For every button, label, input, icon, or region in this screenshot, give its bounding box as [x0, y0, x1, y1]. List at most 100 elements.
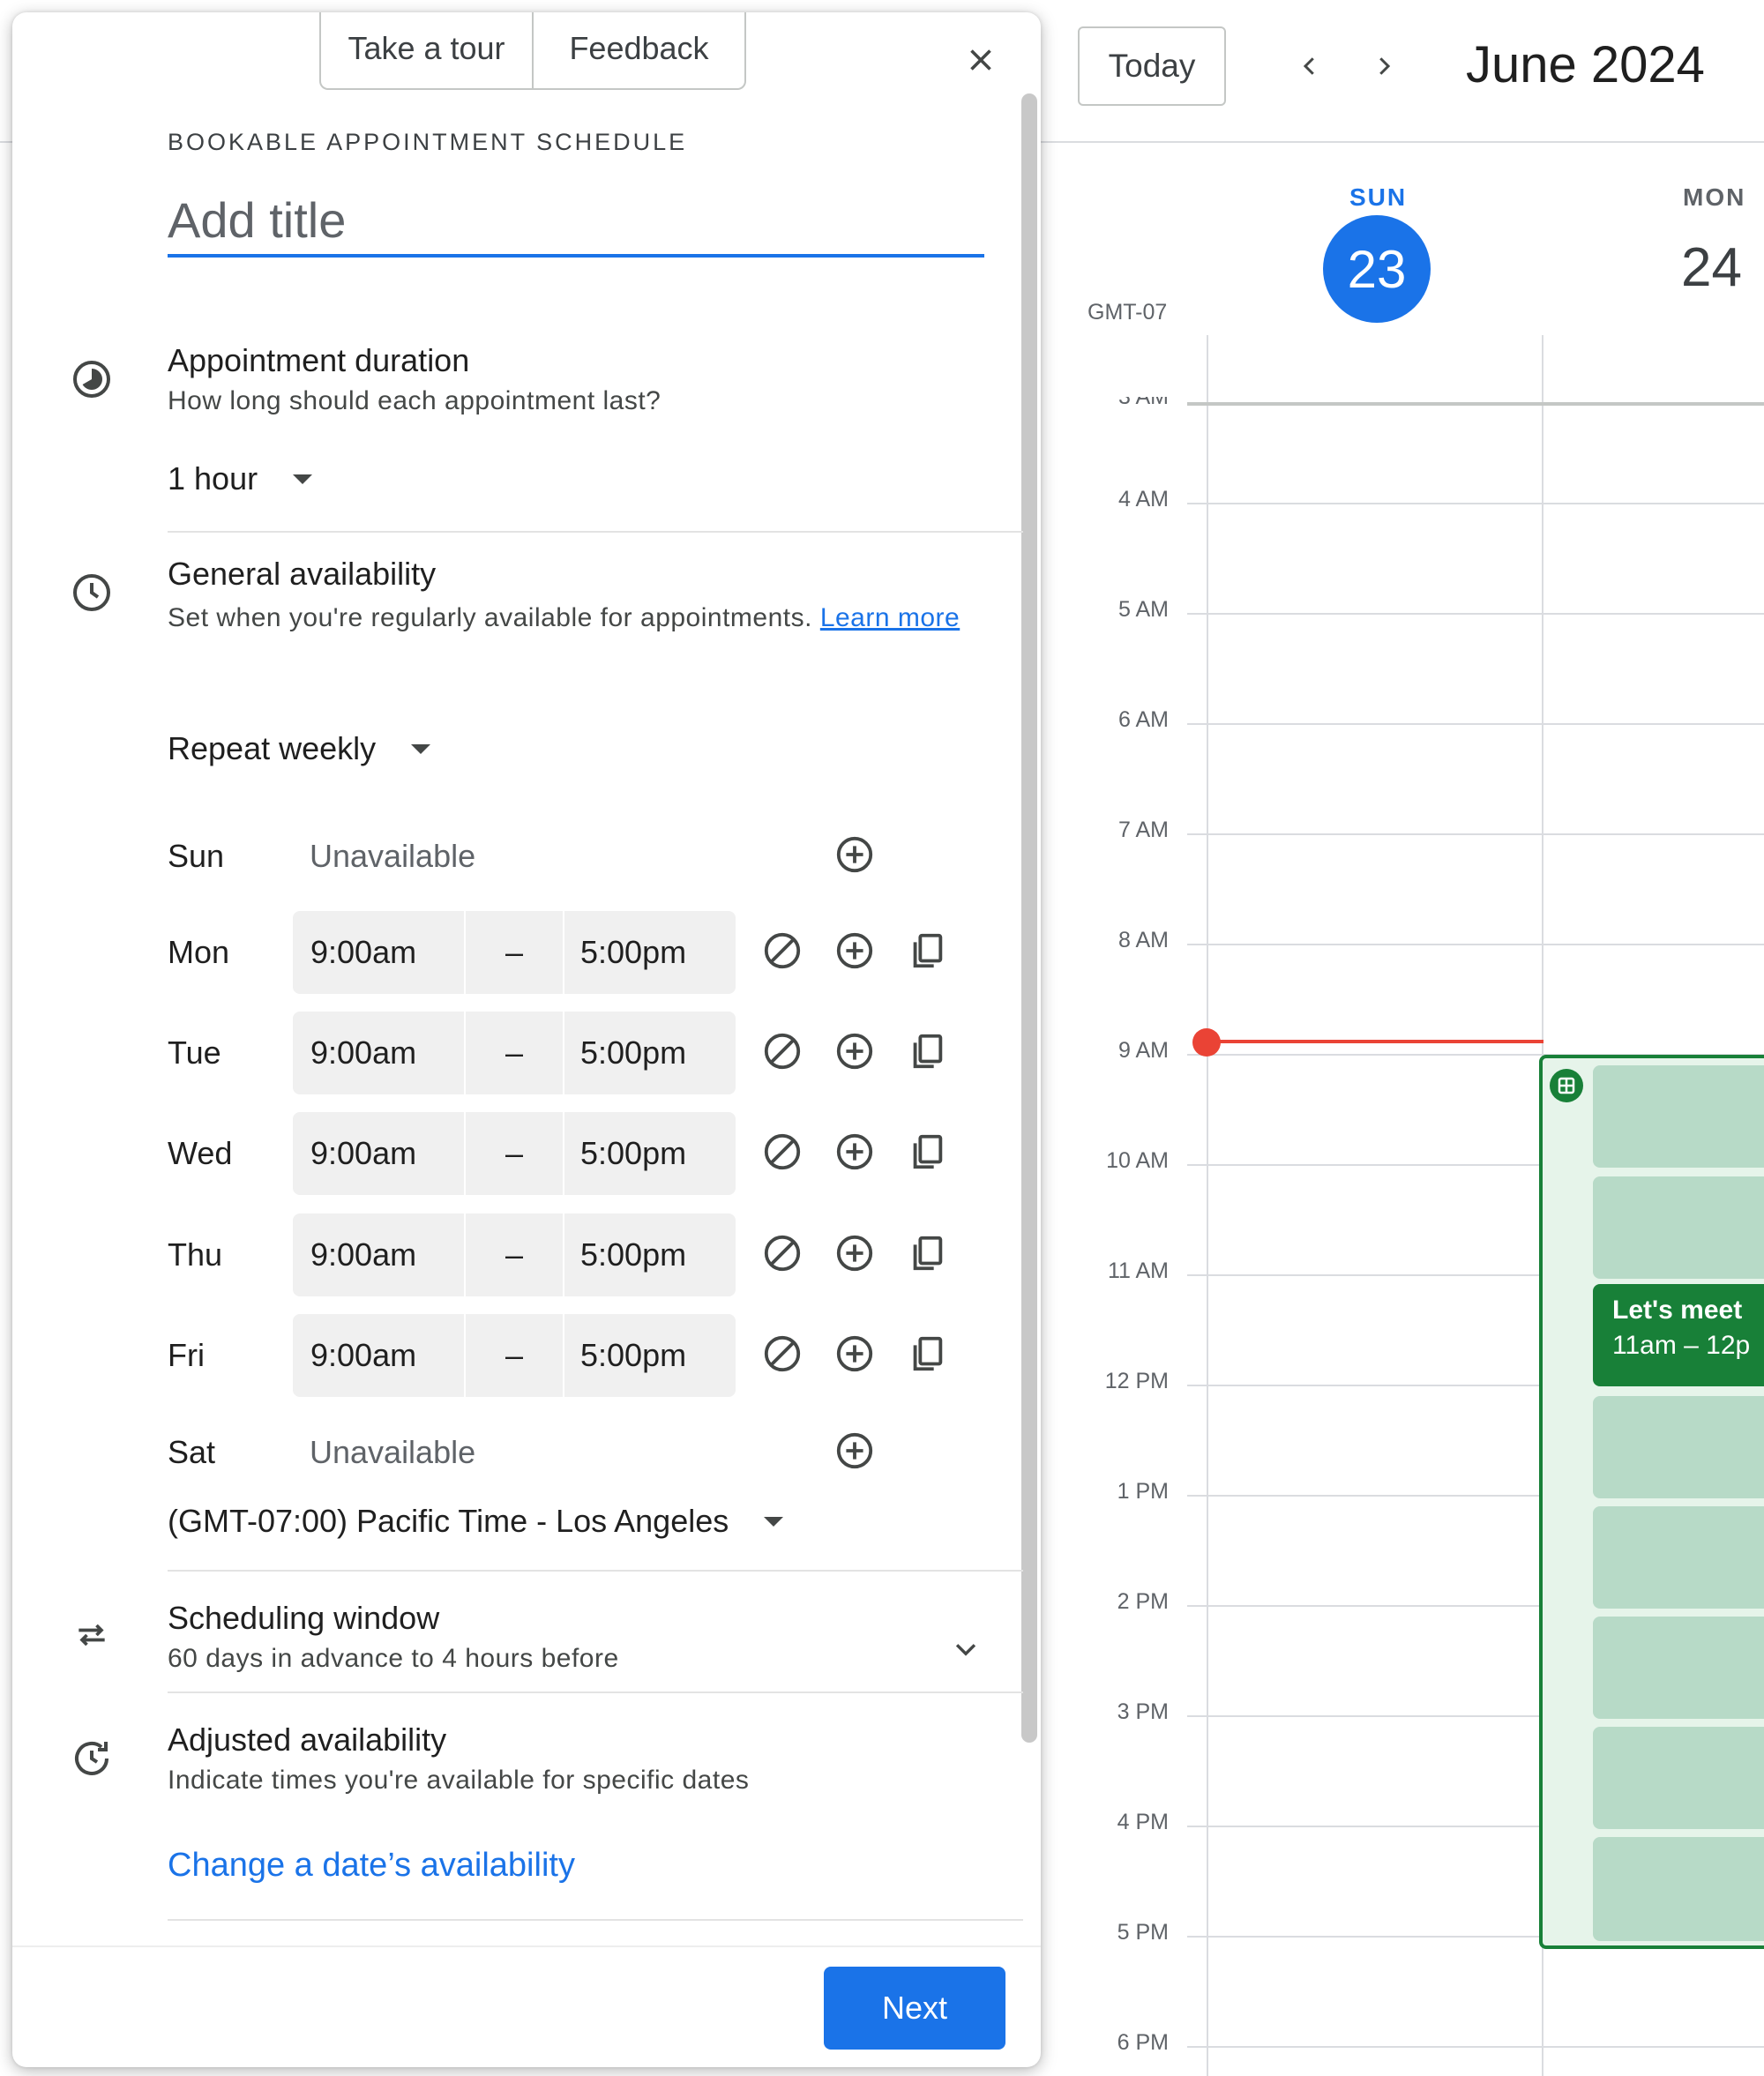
event-time: 11am – 12p — [1612, 1331, 1751, 1360]
add-hours-button[interactable] — [831, 1130, 878, 1177]
add-hours-button[interactable] — [831, 929, 878, 976]
duration-value: 1 hour — [168, 460, 258, 497]
start-time-select[interactable]: 9:00am — [293, 1314, 464, 1397]
add-circle-icon — [834, 1430, 875, 1475]
time-label: 9 AM — [1118, 1038, 1169, 1063]
change-date-availability-link[interactable]: Change a date’s availability — [168, 1847, 575, 1885]
start-time-select[interactable]: 9:00am — [293, 1112, 464, 1195]
ban-icon — [762, 1031, 803, 1076]
prev-period-button[interactable] — [1288, 44, 1332, 88]
time-label: 11 AM — [1107, 1258, 1169, 1283]
time-label: 7 AM — [1118, 818, 1169, 842]
timezone-select[interactable]: (GMT-07:00) Pacific Time - Los Angeles — [168, 1503, 784, 1540]
mark-unavailable-button[interactable] — [759, 1332, 806, 1379]
expand-scheduling-window-button[interactable] — [942, 1626, 990, 1674]
start-time-select[interactable]: 9:00am — [293, 1012, 464, 1094]
copy-hours-button[interactable] — [903, 1332, 951, 1379]
tour-feedback-group: Take a tour Feedback — [319, 12, 746, 90]
day-label-mon: Mon — [168, 934, 230, 970]
copy-hours-button[interactable] — [903, 929, 951, 976]
close-button[interactable] — [956, 35, 1005, 85]
end-time-select[interactable]: 5:00pm — [564, 1213, 736, 1296]
panel-scrollbar[interactable] — [1021, 93, 1037, 1743]
time-label: 8 AM — [1118, 928, 1169, 952]
add-hours-button[interactable] — [831, 833, 878, 880]
time-range-dash: – — [464, 1112, 564, 1195]
start-time-select[interactable]: 9:00am — [293, 1213, 464, 1296]
end-time-select[interactable]: 5:00pm — [564, 1012, 736, 1094]
end-time-select[interactable]: 5:00pm — [564, 1112, 736, 1195]
time-label: 5 PM — [1117, 1920, 1169, 1945]
time-label: 10 AM — [1106, 1148, 1169, 1173]
add-circle-icon — [834, 1131, 875, 1176]
duration-subtitle: How long should each appointment last? — [168, 386, 662, 415]
appointment-slot[interactable] — [1593, 1617, 1764, 1719]
unavailable-label: Unavailable — [310, 1434, 476, 1470]
add-hours-button[interactable] — [831, 1231, 878, 1279]
feedback-button[interactable]: Feedback — [532, 12, 744, 88]
add-circle-icon — [834, 834, 875, 879]
time-label: 6 PM — [1117, 2030, 1169, 2055]
appointment-slot[interactable] — [1593, 1727, 1764, 1829]
availability-subtitle: Set when you're regularly available for … — [168, 600, 979, 637]
day-label-thu: Thu — [168, 1236, 223, 1273]
start-time-select[interactable]: 9:00am — [293, 911, 464, 994]
time-range-dash: – — [464, 1213, 564, 1296]
title-input[interactable] — [168, 185, 984, 258]
learn-more-link[interactable]: Learn more — [820, 603, 960, 632]
duration-title: Appointment duration — [168, 342, 470, 378]
add-hours-button[interactable] — [831, 1332, 878, 1379]
end-time-select[interactable]: 5:00pm — [564, 1314, 736, 1397]
appointment-slot[interactable] — [1593, 1506, 1764, 1609]
month-title: June 2024 — [1466, 36, 1705, 93]
end-time-select[interactable]: 5:00pm — [564, 911, 736, 994]
add-hours-button[interactable] — [831, 1429, 878, 1476]
appointment-slot[interactable] — [1593, 1396, 1764, 1498]
copy-hours-button[interactable] — [903, 1130, 951, 1177]
copy-icon — [907, 1233, 947, 1278]
copy-hours-button[interactable] — [903, 1231, 951, 1279]
day-label-fri: Fri — [168, 1337, 205, 1373]
today-button[interactable]: Today — [1078, 26, 1226, 106]
time-range-dash: – — [464, 1314, 564, 1397]
add-circle-icon — [834, 1333, 875, 1378]
day-label-sun: Sun — [168, 838, 225, 874]
close-icon — [970, 49, 991, 71]
day-name-mon: MON — [1683, 183, 1746, 211]
time-label: 1 PM — [1117, 1479, 1169, 1504]
time-label: 3 AM — [1118, 385, 1169, 409]
appointment-slot[interactable] — [1593, 1065, 1764, 1168]
duration-icon — [67, 355, 116, 404]
hour-gridline — [1187, 833, 1764, 835]
appointment-event[interactable]: Let's meet 11am – 12p — [1593, 1284, 1764, 1386]
ban-icon — [762, 1333, 803, 1378]
repeat-select[interactable]: Repeat weekly — [168, 730, 431, 767]
hour-gridline — [1187, 2046, 1764, 2048]
add-hours-button[interactable] — [831, 1029, 878, 1077]
mark-unavailable-button[interactable] — [759, 1029, 806, 1077]
hour-gridline — [1187, 503, 1764, 504]
mark-unavailable-button[interactable] — [759, 1231, 806, 1279]
time-label: 6 AM — [1118, 707, 1169, 732]
section-divider — [168, 1691, 1023, 1693]
ban-icon — [762, 930, 803, 975]
copy-icon — [907, 1333, 947, 1378]
mark-unavailable-button[interactable] — [759, 1130, 806, 1177]
appointment-schedule-icon — [1550, 1069, 1583, 1102]
take-a-tour-button[interactable]: Take a tour — [321, 12, 532, 88]
next-button[interactable]: Next — [824, 1967, 1005, 2050]
appointment-slot[interactable] — [1593, 1176, 1764, 1279]
appointment-slot[interactable] — [1593, 1837, 1764, 1941]
copy-hours-button[interactable] — [903, 1029, 951, 1077]
day-label-wed: Wed — [168, 1135, 233, 1171]
duration-select[interactable]: 1 hour — [168, 460, 313, 497]
next-period-button[interactable] — [1362, 44, 1406, 88]
day-number-sun[interactable]: 23 — [1323, 215, 1431, 323]
caret-down-icon — [411, 743, 431, 754]
timezone-value: (GMT-07:00) Pacific Time - Los Angeles — [168, 1503, 729, 1539]
ban-icon — [762, 1131, 803, 1176]
time-label: 3 PM — [1117, 1699, 1169, 1724]
caret-down-icon — [293, 474, 313, 484]
mark-unavailable-button[interactable] — [759, 929, 806, 976]
day-number-mon[interactable]: 24 — [1681, 236, 1742, 299]
